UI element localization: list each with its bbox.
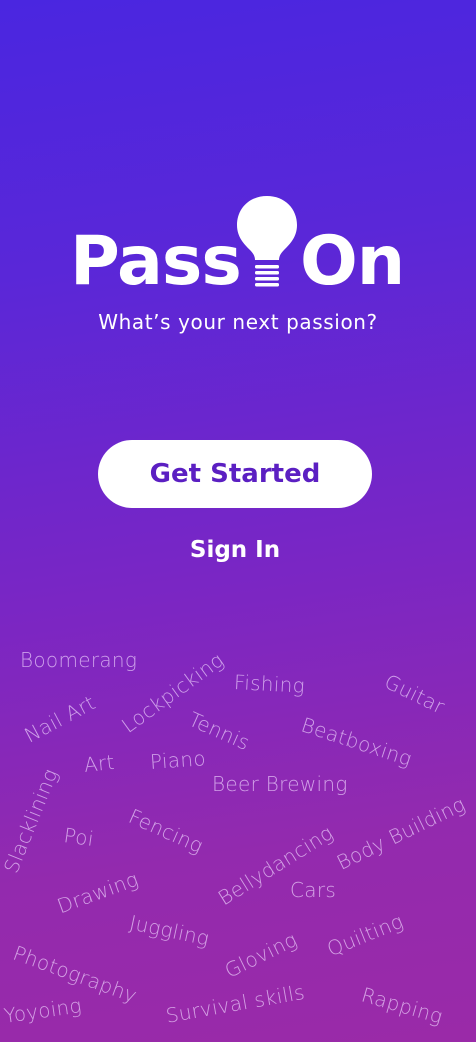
logo-text-right: On [300,222,405,301]
hobby-word: Fishing [233,670,306,698]
hobby-word: Yoyoing [2,993,84,1028]
sign-in-link[interactable]: Sign In [150,530,320,570]
hobby-word: Body Building [332,791,470,875]
hobby-word: Nail Art [20,690,100,748]
hobby-word: Fencing [125,804,207,858]
hobby-word: Drawing [53,866,142,919]
hobby-word: Rapping [358,982,446,1029]
hobby-word: Guitar [380,669,449,719]
hobby-word: Quilting [323,908,407,962]
tagline: What’s your next passion? [98,310,378,334]
hobby-word: Piano [149,746,207,774]
hobby-word: Cars [290,878,337,902]
lightbulb-icon [237,196,297,287]
app-logo: Pass On [0,190,476,300]
hobby-word: Slacklining [0,765,63,877]
get-started-button[interactable]: Get Started [98,440,372,508]
hobby-word: Boomerang [20,648,138,672]
hobby-word: Beatboxing [298,712,415,771]
hobby-word: Juggling [127,910,212,951]
hobby-word: Art [82,749,116,777]
hobby-word: Poi [62,823,96,852]
welcome-screen: Pass On What’s your next passion? Get St… [0,0,476,1042]
hobby-word: Beer Brewing [212,772,348,796]
hobby-word: Gloving [220,927,301,983]
logo-text-left: Pass [70,222,242,301]
hobby-word: Survival skills [163,979,307,1028]
